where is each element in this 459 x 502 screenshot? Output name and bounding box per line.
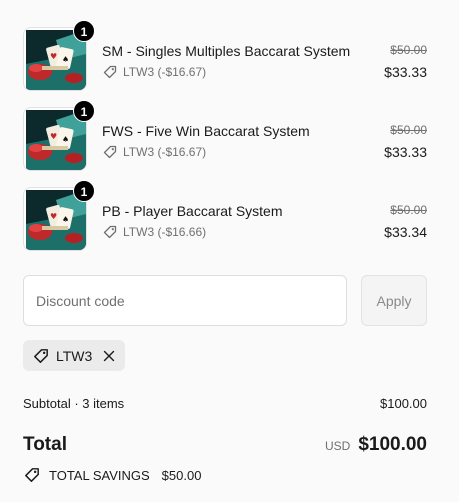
applied-discount-chip: LTW3 bbox=[23, 340, 126, 371]
item-discount-text: LTW3 (-$16.66) bbox=[123, 225, 207, 239]
line-item: 1 FWS - Five Win Baccarat System LTW3 (-… bbox=[23, 100, 427, 171]
currency-code: USD bbox=[324, 439, 351, 453]
subtotal-value: $100.00 bbox=[380, 396, 427, 411]
line-item: 1 SM - Singles Multiples Baccarat System… bbox=[23, 20, 427, 91]
product-thumbnail: 1 bbox=[23, 180, 95, 251]
product-title: SM - Singles Multiples Baccarat System bbox=[102, 43, 351, 59]
applied-code-label: LTW3 bbox=[56, 347, 93, 364]
tag-icon bbox=[102, 64, 118, 80]
quantity-badge: 1 bbox=[73, 180, 95, 202]
tag-icon bbox=[102, 144, 118, 160]
final-price: $33.33 bbox=[384, 144, 427, 160]
item-discount-text: LTW3 (-$16.67) bbox=[123, 145, 207, 159]
final-price: $33.34 bbox=[384, 224, 427, 240]
item-discount: LTW3 (-$16.66) bbox=[102, 224, 206, 240]
original-price: $50.00 bbox=[390, 123, 427, 137]
product-title: PB - Player Baccarat System bbox=[102, 203, 283, 219]
remove-discount-icon[interactable] bbox=[102, 349, 116, 363]
tag-icon bbox=[32, 347, 50, 365]
total-savings: TOTAL SAVINGS $50.00 bbox=[23, 466, 201, 484]
product-thumbnail: 1 bbox=[23, 100, 95, 171]
final-price: $33.33 bbox=[384, 64, 427, 80]
discount-code-input[interactable] bbox=[23, 275, 347, 326]
savings-value: $50.00 bbox=[161, 467, 202, 483]
savings-label: TOTAL SAVINGS bbox=[49, 467, 150, 483]
quantity-badge: 1 bbox=[73, 100, 95, 122]
total-label: Total bbox=[23, 434, 67, 455]
total-amount: USD $100.00 bbox=[325, 434, 427, 456]
product-title: FWS - Five Win Baccarat System bbox=[102, 123, 310, 139]
subtotal-label: Subtotal · 3 items bbox=[23, 396, 125, 411]
original-price: $50.00 bbox=[390, 203, 427, 217]
apply-button[interactable]: Apply bbox=[361, 275, 427, 326]
item-discount: LTW3 (-$16.67) bbox=[102, 64, 206, 80]
tag-icon bbox=[102, 224, 118, 240]
line-item: 1 PB - Player Baccarat System LTW3 (-$16… bbox=[23, 180, 427, 251]
total-value: $100.00 bbox=[358, 434, 427, 455]
quantity-badge: 1 bbox=[73, 20, 95, 42]
tag-icon bbox=[23, 466, 41, 484]
original-price: $50.00 bbox=[390, 43, 427, 57]
item-discount: LTW3 (-$16.67) bbox=[102, 144, 206, 160]
item-discount-text: LTW3 (-$16.67) bbox=[123, 65, 207, 79]
product-thumbnail: 1 bbox=[23, 20, 95, 91]
